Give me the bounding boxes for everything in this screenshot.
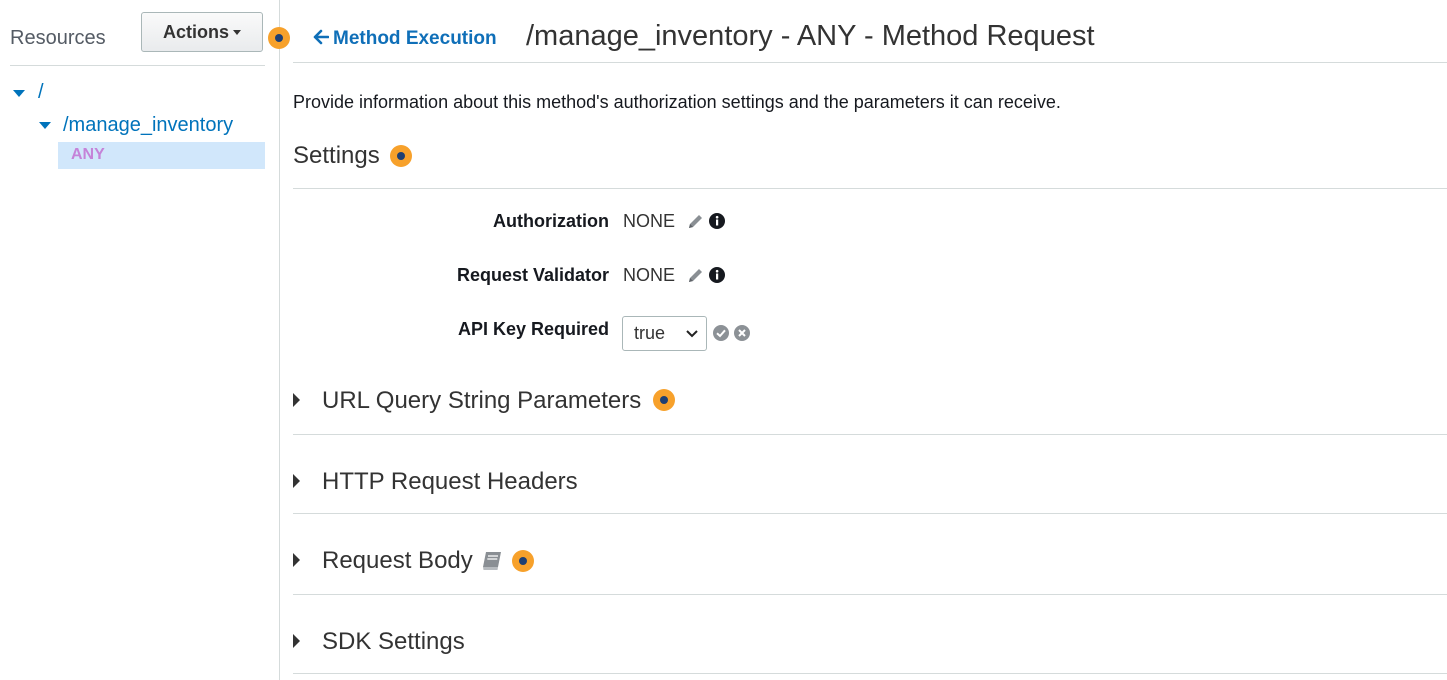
request-validator-label: Request Validator [456, 265, 609, 285]
api-key-required-label: API Key Required [457, 319, 609, 339]
header-divider [293, 62, 1447, 63]
cancel-x-icon[interactable] [734, 325, 750, 341]
api-key-required-value: true [634, 323, 666, 343]
tree-item-any-method[interactable]: ANY [58, 142, 265, 169]
chevron-down-icon [686, 330, 698, 338]
expand-arrow-icon[interactable] [293, 393, 300, 407]
section-url-query-string-parameters[interactable]: URL Query String Parameters [322, 387, 641, 415]
info-icon[interactable] [709, 213, 725, 229]
help-icon[interactable] [512, 550, 534, 572]
authorization-label: Authorization [493, 211, 609, 231]
actions-button[interactable]: Actions [141, 12, 263, 52]
tree-item-root[interactable]: / [38, 81, 44, 104]
tree-expand-icon[interactable] [13, 90, 25, 97]
method-label: ANY [71, 146, 105, 163]
method-execution-label: Method Execution [333, 28, 497, 49]
section-divider [293, 673, 1447, 674]
info-icon[interactable] [709, 267, 725, 283]
tree-expand-icon[interactable] [39, 122, 51, 129]
resources-title: Resources [10, 27, 106, 49]
api-key-required-select[interactable]: true [622, 316, 707, 351]
sidebar-divider [10, 65, 265, 66]
help-icon[interactable] [653, 389, 675, 411]
settings-divider [293, 188, 1447, 189]
page-description: Provide information about this method's … [293, 92, 1061, 112]
section-divider [293, 513, 1447, 514]
expand-arrow-icon[interactable] [293, 474, 300, 488]
expand-arrow-icon[interactable] [293, 634, 300, 648]
pencil-icon[interactable] [687, 267, 704, 284]
request-validator-value: NONE [623, 265, 676, 285]
book-icon [483, 552, 501, 570]
page-title: /manage_inventory - ANY - Method Request [526, 20, 1095, 52]
pencil-icon[interactable] [687, 213, 704, 230]
tree-item-manage-inventory[interactable]: /manage_inventory [63, 114, 233, 137]
confirm-check-icon[interactable] [713, 325, 729, 341]
authorization-value: NONE [623, 211, 676, 231]
expand-arrow-icon[interactable] [293, 553, 300, 567]
section-divider [293, 434, 1447, 435]
section-request-body[interactable]: Request Body [322, 547, 473, 575]
arrow-left-icon [313, 29, 330, 45]
section-sdk-settings[interactable]: SDK Settings [322, 628, 465, 656]
method-execution-link[interactable]: Method Execution [313, 28, 497, 50]
help-icon[interactable] [268, 27, 290, 49]
resources-sidebar: Resources Actions / /manage_inventory AN… [0, 0, 280, 680]
help-icon[interactable] [390, 145, 412, 167]
settings-heading: Settings [293, 142, 380, 169]
section-http-request-headers[interactable]: HTTP Request Headers [322, 468, 578, 496]
caret-down-icon [233, 29, 241, 35]
section-divider [293, 594, 1447, 595]
actions-label: Actions [162, 21, 229, 42]
